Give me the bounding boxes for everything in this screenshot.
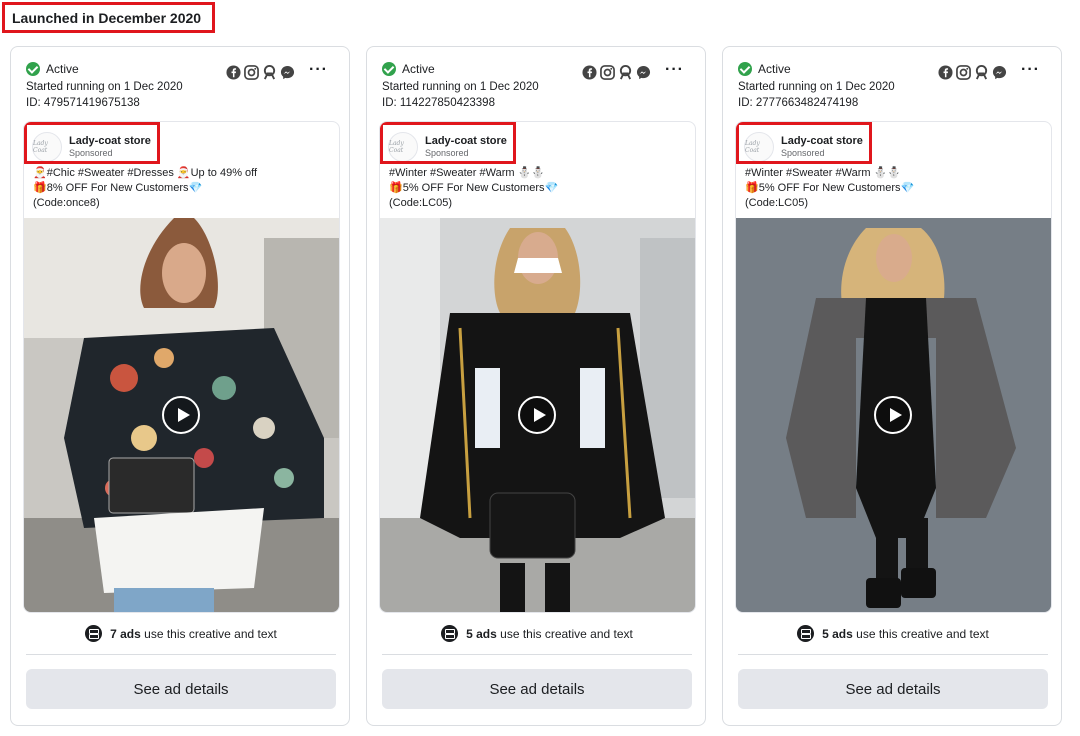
sponsored-label: Sponsored xyxy=(69,147,113,158)
ad-copy-line: 🎁5% OFF For New Customers💎 xyxy=(389,182,559,194)
play-icon[interactable] xyxy=(518,396,556,434)
ad-preview[interactable]: Lady Coat Lady-coat store Sponsored #Win… xyxy=(379,121,696,613)
advertiser-name[interactable]: Lady-coat store xyxy=(69,135,151,147)
ad-card: Active Started running on 1 Dec 2020 ID:… xyxy=(366,46,706,726)
advertiser-avatar[interactable]: Lady Coat xyxy=(32,132,62,162)
ad-copy: #Winter #Sweater #Warm ⛄⛄ 🎁5% OFF For Ne… xyxy=(389,166,558,211)
ads-count-suffix: use this creative and text xyxy=(856,626,989,641)
facebook-icon xyxy=(938,65,953,80)
ad-copy-line: 🎁8% OFF For New Customers💎 xyxy=(33,182,203,194)
ad-copy-line: #Winter #Sweater #Warm ⛄⛄ xyxy=(745,167,901,179)
instagram-icon xyxy=(244,65,259,80)
status-row: Active xyxy=(738,62,791,76)
audience-network-icon xyxy=(263,65,276,80)
instagram-icon xyxy=(600,65,615,80)
play-icon[interactable] xyxy=(874,396,912,434)
play-icon[interactable] xyxy=(162,396,200,434)
ad-copy: 🎅#Chic #Sweater #Dresses 🎅Up to 49% off … xyxy=(33,166,257,211)
layers-icon xyxy=(85,625,103,642)
facebook-icon xyxy=(582,65,597,80)
status-row: Active xyxy=(382,62,435,76)
ad-id: ID: 114227850423398 xyxy=(382,97,495,109)
ad-video[interactable] xyxy=(736,218,1051,612)
more-options-icon[interactable]: ··· xyxy=(1021,61,1040,79)
ads-count: 7 ads xyxy=(110,626,141,641)
started-running: Started running on 1 Dec 2020 xyxy=(382,81,539,93)
platforms xyxy=(226,65,295,80)
ad-id: ID: 479571419675138 xyxy=(26,97,140,109)
ads-count-row: 5 ads use this creative and text xyxy=(723,625,1061,642)
ads-count: 5 ads xyxy=(822,626,853,641)
messenger-icon xyxy=(280,65,295,80)
ads-count-suffix: use this creative and text xyxy=(500,626,633,641)
ad-copy: #Winter #Sweater #Warm ⛄⛄ 🎁5% OFF For Ne… xyxy=(745,166,914,211)
advertiser-avatar[interactable]: Lady Coat xyxy=(388,132,418,162)
ad-id: ID: 2777663482474198 xyxy=(738,97,859,109)
ad-copy-line: (Code:LC05) xyxy=(389,197,452,209)
see-ad-details-button[interactable]: See ad details xyxy=(738,669,1048,709)
ads-count-row: 5 ads use this creative and text xyxy=(367,625,705,642)
messenger-icon xyxy=(636,65,651,80)
ad-video[interactable] xyxy=(380,218,695,612)
advertiser-row[interactable]: Lady Coat Lady-coat store Sponsored xyxy=(742,128,863,162)
advertiser-avatar[interactable]: Lady Coat xyxy=(744,132,774,162)
audience-network-icon xyxy=(619,65,632,80)
ad-card: Active Started running on 1 Dec 2020 ID:… xyxy=(722,46,1062,726)
active-check-icon xyxy=(382,62,396,76)
active-check-icon xyxy=(26,62,40,76)
platforms xyxy=(582,65,651,80)
sponsored-label: Sponsored xyxy=(425,147,469,158)
sponsored-label: Sponsored xyxy=(781,147,825,158)
instagram-icon xyxy=(956,65,971,80)
see-ad-details-button[interactable]: See ad details xyxy=(26,669,336,709)
section-title: Launched in December 2020 xyxy=(2,2,215,33)
ads-count: 5 ads xyxy=(466,626,497,641)
ad-card: Active Started running on 1 Dec 2020 ID:… xyxy=(10,46,350,726)
facebook-icon xyxy=(226,65,241,80)
advertiser-row[interactable]: Lady Coat Lady-coat store Sponsored xyxy=(30,128,151,162)
ad-preview[interactable]: Lady Coat Lady-coat store Sponsored #Win… xyxy=(735,121,1052,613)
divider xyxy=(738,654,1048,655)
status-label: Active xyxy=(402,62,435,76)
advertiser-name[interactable]: Lady-coat store xyxy=(425,135,507,147)
status-label: Active xyxy=(758,62,791,76)
status-label: Active xyxy=(46,62,79,76)
ad-copy-line: (Code:once8) xyxy=(33,197,100,209)
see-ad-details-button[interactable]: See ad details xyxy=(382,669,692,709)
more-options-icon[interactable]: ··· xyxy=(665,61,684,79)
audience-network-icon xyxy=(975,65,988,80)
ads-count-suffix: use this creative and text xyxy=(144,626,277,641)
layers-icon xyxy=(797,625,815,642)
status-row: Active xyxy=(26,62,79,76)
more-options-icon[interactable]: ··· xyxy=(309,61,328,79)
ads-count-row: 7 ads use this creative and text xyxy=(11,625,349,642)
started-running: Started running on 1 Dec 2020 xyxy=(738,81,895,93)
ad-video[interactable] xyxy=(24,218,339,612)
divider xyxy=(382,654,692,655)
platforms xyxy=(938,65,1007,80)
started-running: Started running on 1 Dec 2020 xyxy=(26,81,183,93)
ad-copy-line: 🎁5% OFF For New Customers💎 xyxy=(745,182,915,194)
ad-copy-line: 🎅#Chic #Sweater #Dresses 🎅Up to 49% off xyxy=(33,167,258,179)
advertiser-name[interactable]: Lady-coat store xyxy=(781,135,863,147)
layers-icon xyxy=(441,625,459,642)
messenger-icon xyxy=(992,65,1007,80)
ad-preview[interactable]: Lady Coat Lady-coat store Sponsored 🎅#Ch… xyxy=(23,121,340,613)
ad-copy-line: (Code:LC05) xyxy=(745,197,808,209)
ad-copy-line: #Winter #Sweater #Warm ⛄⛄ xyxy=(389,167,545,179)
divider xyxy=(26,654,336,655)
advertiser-row[interactable]: Lady Coat Lady-coat store Sponsored xyxy=(386,128,507,162)
active-check-icon xyxy=(738,62,752,76)
